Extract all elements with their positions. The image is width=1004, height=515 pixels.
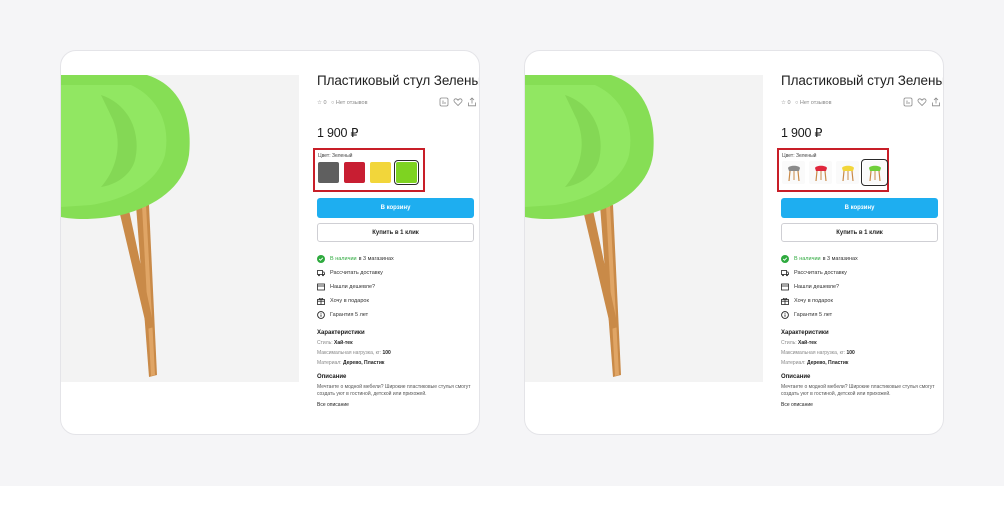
- spec-row: Максимальная нагрузка, кг: 100: [317, 350, 391, 356]
- all-description-link[interactable]: Все описание: [317, 402, 477, 408]
- tag-icon: [781, 283, 789, 291]
- share-icon[interactable]: [931, 97, 941, 107]
- truck-icon: [781, 270, 789, 277]
- description-text: Мечтаете о модной мебели? Широкие пласти…: [781, 384, 935, 397]
- swatch-thumb-green[interactable]: [861, 159, 888, 186]
- compare-icon[interactable]: [439, 97, 449, 107]
- color-selector-highlight: Цвет: Зеленый: [313, 148, 425, 192]
- add-to-cart-button[interactable]: В корзину: [781, 198, 938, 218]
- color-selector-highlight: Цвет: Зеленый: [777, 148, 889, 192]
- warranty-info[interactable]: Гарантия 5 лет: [781, 308, 941, 322]
- delivery-link[interactable]: Рассчитать доставку: [317, 266, 477, 280]
- description-text: Мечтаете о модной мебели? Широкие пласти…: [317, 384, 471, 397]
- spec-row: Максимальная нагрузка, кг: 100: [781, 350, 855, 356]
- heart-icon[interactable]: [917, 97, 927, 107]
- spec-row: Стиль: Хай-тек: [317, 340, 353, 346]
- star-icon: ☆: [317, 100, 322, 106]
- gift-link[interactable]: Хочу в подарок: [781, 294, 941, 308]
- swatch-thumb-yellow[interactable]: [836, 161, 859, 184]
- swatch-green[interactable]: [394, 160, 419, 185]
- comment-icon: ○: [331, 100, 335, 106]
- spec-row: Материал: Дерево, Пластик: [317, 360, 385, 366]
- specs-title: Характеристики: [781, 330, 829, 336]
- product-photo[interactable]: [525, 75, 763, 382]
- found-cheaper-link[interactable]: Нашли дешевле?: [317, 280, 477, 294]
- availability[interactable]: В наличии в 3 магазинах: [317, 252, 477, 266]
- compare-icon[interactable]: [903, 97, 913, 107]
- heart-icon[interactable]: [453, 97, 463, 107]
- description-title: Описание: [317, 374, 347, 380]
- comment-icon: ○: [795, 100, 799, 106]
- swatch-thumb-gray[interactable]: [782, 161, 805, 184]
- product-price: 1 900 ₽: [781, 126, 823, 140]
- found-cheaper-link[interactable]: Нашли дешевле?: [781, 280, 941, 294]
- description-title: Описание: [781, 374, 811, 380]
- color-label: Цвет: Зеленый: [782, 153, 817, 159]
- spec-row: Материал: Дерево, Пластик: [781, 360, 849, 366]
- info-icon: [317, 311, 325, 319]
- info-icon: [781, 311, 789, 319]
- buy-one-click-button[interactable]: Купить в 1 клик: [781, 223, 938, 242]
- specs-title: Характеристики: [317, 330, 365, 336]
- gift-icon: [317, 298, 325, 305]
- product-price: 1 900 ₽: [317, 126, 359, 140]
- spec-row: Стиль: Хай-тек: [781, 340, 817, 346]
- reviews-link[interactable]: ○ Нет отзывов: [331, 100, 368, 106]
- share-icon[interactable]: [467, 97, 477, 107]
- swatch-red[interactable]: [344, 162, 365, 183]
- rating[interactable]: ☆ 0: [781, 100, 791, 106]
- all-description-link[interactable]: Все описание: [781, 402, 941, 408]
- delivery-link[interactable]: Рассчитать доставку: [781, 266, 941, 280]
- product-photo[interactable]: [61, 75, 299, 382]
- swatch-yellow[interactable]: [370, 162, 391, 183]
- reviews-link[interactable]: ○ Нет отзывов: [795, 100, 832, 106]
- availability[interactable]: В наличии в 3 магазинах: [781, 252, 941, 266]
- warranty-info[interactable]: Гарантия 5 лет: [317, 308, 477, 322]
- buy-one-click-button[interactable]: Купить в 1 клик: [317, 223, 474, 242]
- product-title: Пластиковый стул Зеленый: [317, 73, 480, 88]
- star-icon: ☆: [781, 100, 786, 106]
- truck-icon: [317, 270, 325, 277]
- tag-icon: [317, 283, 325, 291]
- product-title: Пластиковый стул Зеленый: [781, 73, 944, 88]
- product-card-thumbnail-swatches: Пластиковый стул Зеленый ☆ 0 ○ Нет отзыв…: [524, 50, 944, 435]
- rating-row: ☆ 0 ○ Нет отзывов: [781, 97, 941, 111]
- gift-link[interactable]: Хочу в подарок: [317, 294, 477, 308]
- swatch-gray[interactable]: [318, 162, 339, 183]
- swatch-thumb-red[interactable]: [809, 161, 832, 184]
- rating-row: ☆ 0 ○ Нет отзывов: [317, 97, 477, 111]
- gift-icon: [781, 298, 789, 305]
- color-label: Цвет: Зеленый: [318, 153, 353, 159]
- add-to-cart-button[interactable]: В корзину: [317, 198, 474, 218]
- product-card-solid-swatches: Пластиковый стул Зеленый ☆ 0 ○ Нет отзыв…: [60, 50, 480, 435]
- rating[interactable]: ☆ 0: [317, 100, 327, 106]
- check-circle-icon: [781, 255, 789, 263]
- check-circle-icon: [317, 255, 325, 263]
